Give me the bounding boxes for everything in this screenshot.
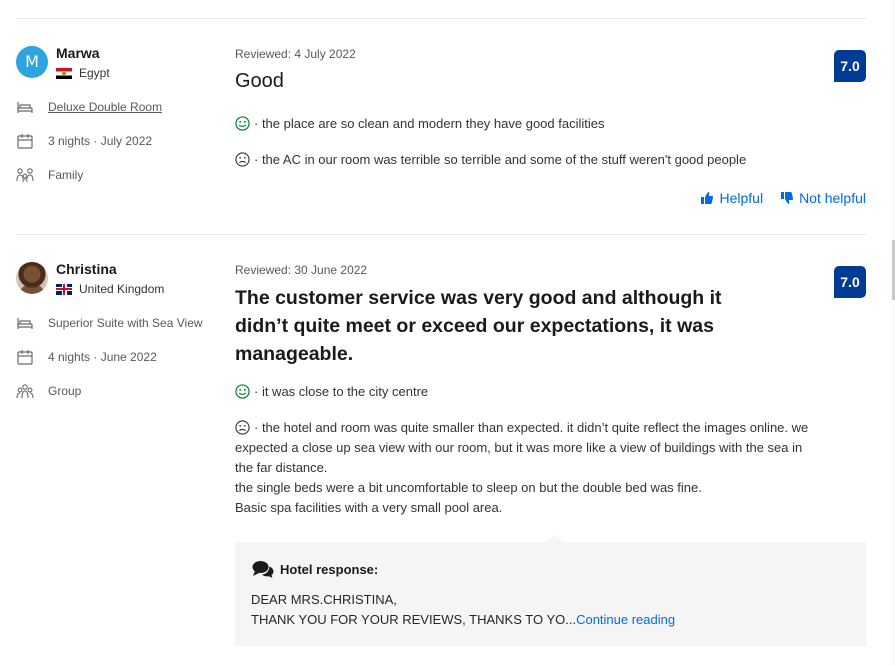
stay-duration: 3 nights · July 2022 [16, 133, 152, 149]
reviewer-name: Marwa [56, 45, 100, 61]
reviewer-name: Christina [56, 261, 117, 277]
negative-comment: · the AC in our room was terrible so ter… [235, 150, 860, 170]
room-label: Superior Suite with Sea View [48, 316, 203, 330]
country-label: United Kingdom [79, 282, 165, 296]
not-helpful-button[interactable]: Not helpful [781, 190, 866, 206]
sad-face-icon [235, 152, 250, 167]
avatar: M [16, 46, 48, 78]
reviewer-country: United Kingdom [56, 282, 164, 296]
sad-face-icon [235, 420, 250, 435]
egypt-flag-icon [56, 67, 72, 79]
uk-flag-icon [56, 283, 72, 295]
thumbs-up-icon [701, 192, 714, 204]
review-title: The customer service was very good and a… [235, 287, 722, 365]
room-link[interactable]: Deluxe Double Room [48, 100, 162, 114]
review-score: 7.0 [834, 266, 866, 298]
smiley-icon [235, 116, 250, 131]
positive-text: · it was close to the city centre [254, 384, 429, 399]
positive-comment: · the place are so clean and modern they… [235, 114, 860, 134]
bed-icon [16, 99, 34, 115]
smiley-icon [235, 384, 250, 399]
response-header-label: Hotel response: [280, 561, 379, 577]
not-helpful-label: Not helpful [799, 190, 866, 206]
family-icon [16, 167, 34, 183]
review-divider [16, 234, 866, 235]
negative-line: the far distance. [235, 460, 328, 475]
thumbs-down-icon [781, 192, 794, 204]
negative-comment: · the hotel and room was quite smaller t… [235, 418, 860, 518]
negative-line: Basic spa facilities with a very small p… [235, 500, 503, 515]
response-line: DEAR MRS.CHRISTINA, [251, 592, 397, 607]
helpful-actions: Helpful Not helpful [701, 190, 866, 206]
top-divider [16, 18, 866, 19]
room-type: Deluxe Double Room [16, 99, 162, 115]
continue-reading-link[interactable]: Continue reading [576, 612, 675, 627]
bed-icon [16, 315, 34, 331]
hotel-response: Hotel response: DEAR MRS.CHRISTINA, THAN… [235, 534, 866, 646]
group-icon [16, 383, 34, 399]
positive-text: · the place are so clean and modern they… [254, 116, 605, 131]
helpful-label: Helpful [719, 190, 764, 206]
reviewed-date: Reviewed: 30 June 2022 [235, 263, 368, 277]
room-type: Superior Suite with Sea View [16, 315, 203, 331]
calendar-icon [16, 349, 34, 365]
traveler-type-label: Group [48, 384, 82, 398]
review-score: 7.0 [834, 50, 866, 82]
negative-line: the single beds were a bit uncomfortable… [235, 480, 702, 495]
review-title: Good [235, 70, 284, 92]
response-text: DEAR MRS.CHRISTINA, THANK YOU FOR YOUR R… [251, 590, 675, 630]
response-line: THANK YOU FOR YOUR REVIEWS, THANKS TO YO… [251, 612, 676, 627]
speech-bubbles-icon [252, 561, 274, 578]
country-label: Egypt [79, 66, 110, 80]
traveler-type: Family [16, 167, 83, 183]
negative-line: expected a close up sea view with our ro… [235, 440, 803, 455]
traveler-type-label: Family [48, 168, 84, 182]
stay-label: 4 nights · June 2022 [48, 350, 157, 364]
response-header: Hotel response: [252, 560, 378, 578]
reviewer-country: Egypt [56, 66, 110, 80]
calendar-icon [16, 133, 34, 149]
stay-label: 3 nights · July 2022 [48, 134, 153, 148]
positive-comment: · it was close to the city centre [235, 382, 860, 402]
reviewed-date: Reviewed: 4 July 2022 [235, 47, 356, 61]
traveler-type: Group [16, 383, 81, 399]
helpful-button[interactable]: Helpful [701, 190, 763, 206]
stay-duration: 4 nights · June 2022 [16, 349, 157, 365]
negative-line: · the hotel and room was quite smaller t… [235, 418, 860, 438]
avatar [16, 262, 48, 294]
negative-text: · the AC in our room was terrible so ter… [254, 152, 747, 167]
